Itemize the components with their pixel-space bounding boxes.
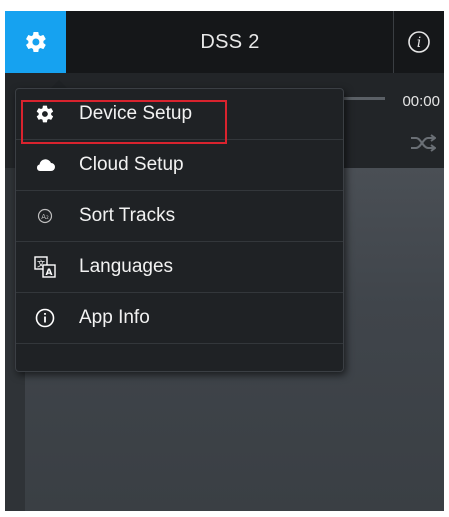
app-title: DSS 2 <box>200 30 260 53</box>
translate-icon: 文 A <box>34 256 56 278</box>
menu-item-sort-tracks[interactable]: A₂ Sort Tracks <box>16 191 343 242</box>
gear-icon <box>34 103 56 125</box>
menu-item-device-setup[interactable]: Device Setup <box>16 89 343 140</box>
gear-icon <box>25 31 46 53</box>
menu-item-label: Device Setup <box>79 103 193 124</box>
menu-item-label: Sort Tracks <box>79 205 176 226</box>
menu-item-cloud-setup[interactable]: Cloud Setup <box>16 140 343 191</box>
menu-item-languages[interactable]: 文 A Languages <box>16 242 343 293</box>
shuffle-icon <box>411 134 437 152</box>
settings-button[interactable] <box>5 11 66 73</box>
svg-text:i: i <box>417 35 421 51</box>
shuffle-button[interactable] <box>410 134 437 157</box>
menu-item-app-info[interactable]: App Info <box>16 293 343 344</box>
sort-icon: A₂ <box>34 205 56 227</box>
settings-menu: Device Setup Cloud Setup A₂ Sort Tracks <box>15 88 344 372</box>
info-icon <box>34 307 56 329</box>
app-window: DSS 2 i 00:00 Device Setup Cloud Setup A… <box>5 11 444 511</box>
time-display: 00:00 <box>402 93 440 110</box>
menu-item-label: Languages <box>79 256 174 277</box>
info-button[interactable]: i <box>393 11 444 73</box>
svg-text:A₂: A₂ <box>41 213 49 221</box>
info-icon: i <box>408 31 430 53</box>
menu-item-label: App Info <box>79 307 150 328</box>
svg-text:A: A <box>46 268 53 278</box>
menu-item-label: Cloud Setup <box>79 154 184 175</box>
cloud-icon <box>34 154 56 176</box>
top-bar: DSS 2 i <box>5 11 444 73</box>
